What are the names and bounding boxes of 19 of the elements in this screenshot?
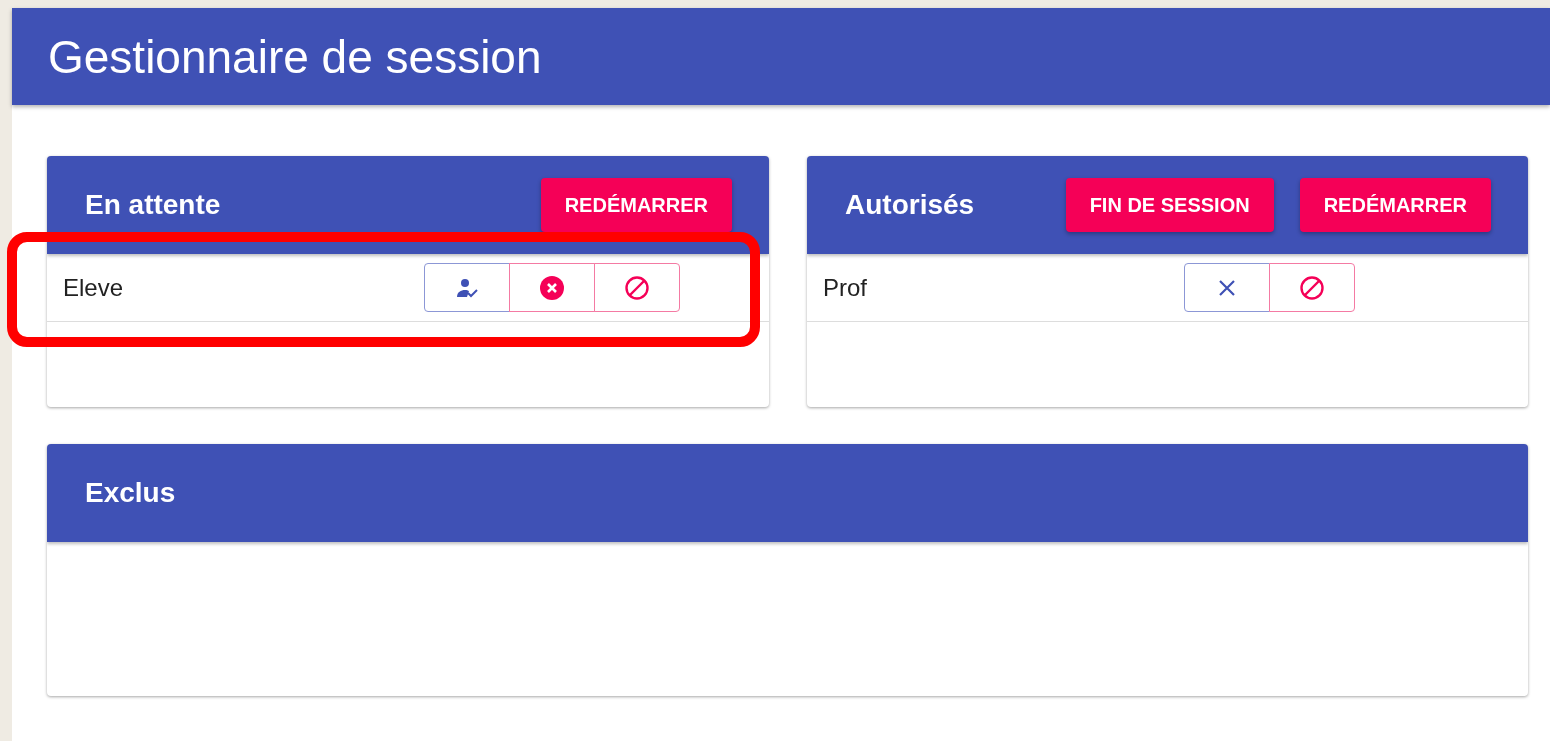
panel-title: En attente xyxy=(85,189,221,221)
panel-action-button[interactable]: REDÉMARRER xyxy=(540,178,732,232)
ban-icon xyxy=(624,274,650,301)
close-circle-icon xyxy=(539,274,565,301)
panel-action-button[interactable]: FIN DE SESSION xyxy=(1065,178,1274,232)
remove-button[interactable] xyxy=(1184,263,1270,312)
panel-action-button[interactable]: REDÉMARRER xyxy=(1299,178,1491,232)
user-name: Eleve xyxy=(62,273,125,302)
ban-icon xyxy=(1299,274,1325,301)
close-icon xyxy=(1217,277,1237,298)
reject-button[interactable] xyxy=(509,263,595,312)
approve-user-button[interactable] xyxy=(424,263,510,312)
app-title: Gestionnaire de session xyxy=(48,29,542,84)
panel-title: Exclus xyxy=(85,477,176,509)
user-check-icon xyxy=(455,276,479,299)
ban-button[interactable] xyxy=(594,263,680,312)
user-name: Prof xyxy=(822,273,868,302)
ban-button[interactable] xyxy=(1269,263,1355,312)
panel-title: Autorisés xyxy=(845,189,975,221)
